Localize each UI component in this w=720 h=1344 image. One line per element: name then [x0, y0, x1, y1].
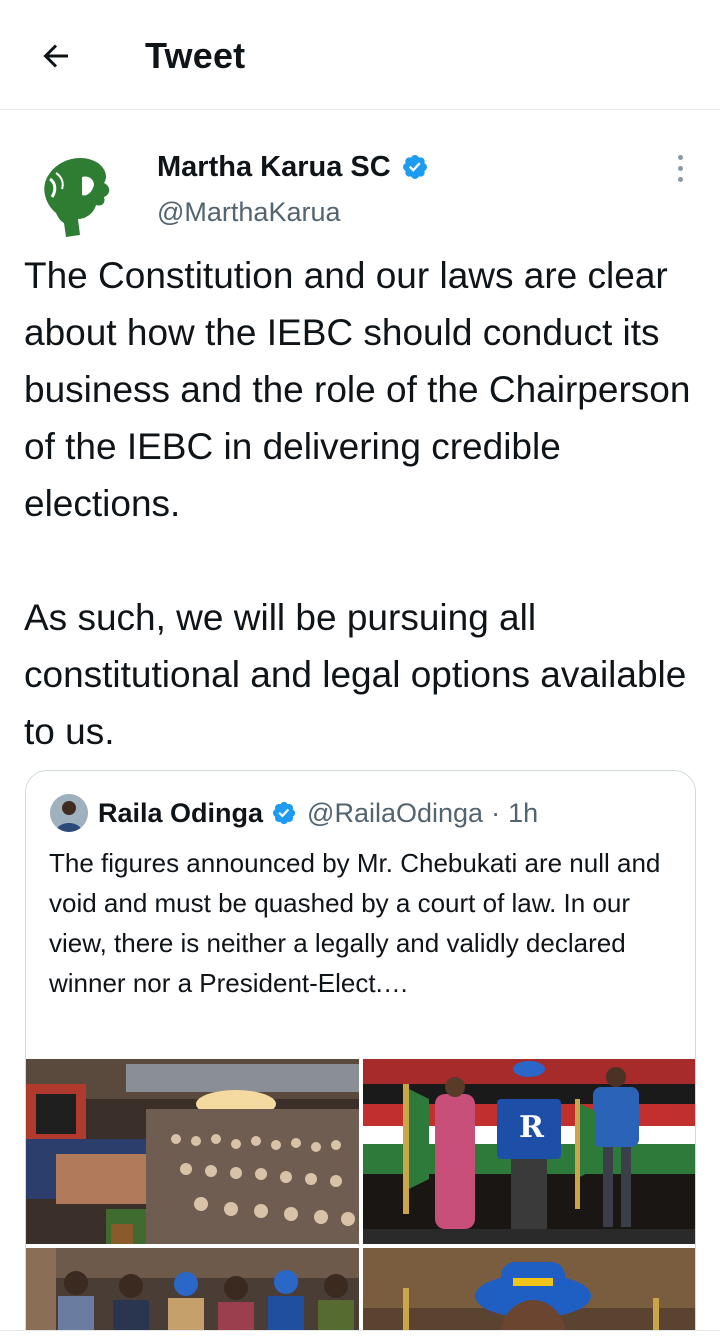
more-options-button[interactable]: [662, 148, 698, 188]
verified-badge-icon: [402, 155, 427, 179]
conference-hall-audience-photo: [26, 1059, 359, 1244]
page-title: Tweet: [145, 35, 246, 76]
more-dot: [677, 165, 683, 171]
quoted-tweet-text: The figures announced by Mr. Chebukati a…: [49, 848, 661, 998]
quoted-author-name: Raila Odinga: [98, 798, 264, 828]
photo-podium-speakers[interactable]: R: [363, 1059, 695, 1244]
author-name[interactable]: Martha Karua SC: [157, 149, 429, 185]
more-dots-icon: [677, 154, 683, 160]
quoted-tweet-header: Raila Odinga @RailaOdinga · 1h: [98, 793, 538, 833]
quoted-author-avatar: [50, 794, 88, 832]
person-photo-icon: [50, 794, 88, 832]
profile-portrait-icon: [26, 143, 130, 247]
tweet-text: The Constitution and our laws are clear …: [24, 255, 691, 752]
media-grid: R: [26, 1059, 695, 1344]
top-bar: Tweet: [0, 0, 720, 110]
author-handle[interactable]: @MarthaKarua: [157, 195, 341, 229]
arrow-left-icon: [43, 44, 68, 68]
quoted-tweet-card[interactable]: Raila Odinga @RailaOdinga · 1h The figur…: [25, 770, 696, 1344]
podium-speakers-photo: R: [363, 1059, 695, 1244]
author-avatar[interactable]: [26, 143, 130, 247]
quoted-tweet-time: 1h: [508, 798, 539, 828]
dot-separator: ·: [491, 798, 501, 828]
podium-logo: R: [519, 1110, 545, 1145]
bottom-divider: [0, 1330, 720, 1344]
back-button[interactable]: [34, 34, 78, 78]
verified-badge-icon: [272, 801, 296, 825]
quoted-author-handle: @RailaOdinga: [307, 798, 484, 828]
photo-conference-hall[interactable]: [26, 1059, 359, 1244]
author-name-text: Martha Karua SC: [157, 151, 391, 183]
more-dot: [677, 176, 683, 182]
